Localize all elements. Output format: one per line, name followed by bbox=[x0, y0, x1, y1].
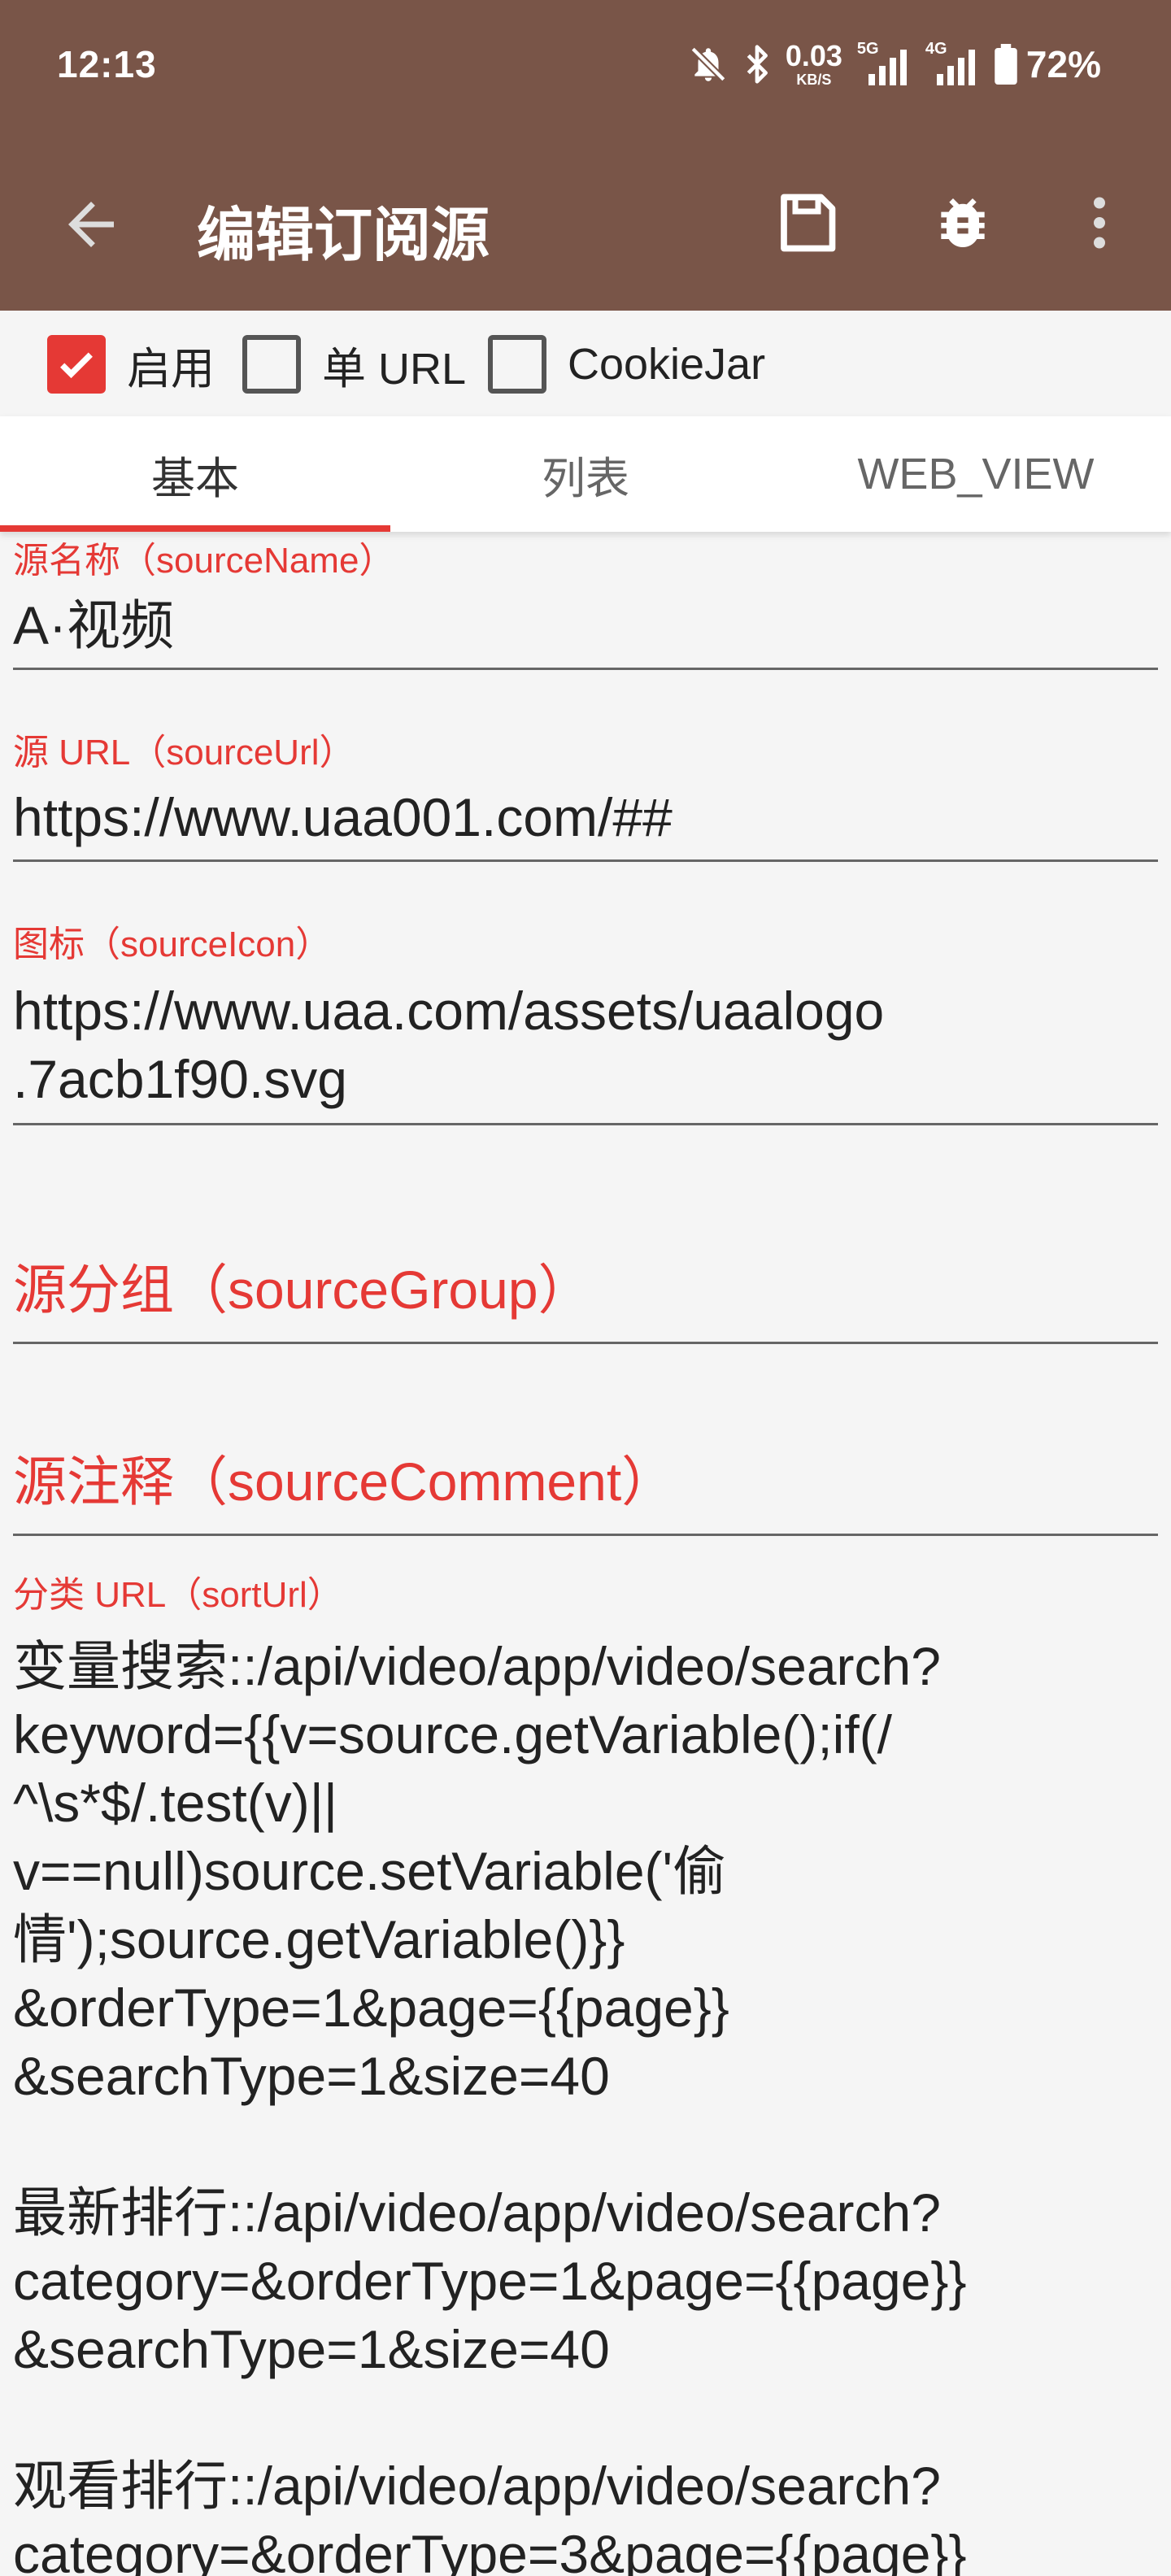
signal-icon-secondary: 4G bbox=[925, 40, 979, 85]
tab-basic[interactable]: 基本 bbox=[0, 416, 390, 532]
enabled-checkbox[interactable]: 启用 bbox=[47, 332, 215, 397]
source-icon-label: 图标（sourceIcon） bbox=[13, 925, 332, 964]
checkbox-unchecked[interactable] bbox=[242, 335, 301, 394]
source-group-input[interactable]: 源分组（sourceGroup） bbox=[13, 1255, 1158, 1324]
bluetooth-icon bbox=[747, 45, 768, 84]
source-icon-input[interactable]: https://www.uaa.com/assets/uaalogo .7acb… bbox=[13, 977, 1158, 1113]
save-icon bbox=[781, 194, 836, 252]
sort-url-field[interactable]: 分类 URL（sortUrl） 变量搜索::/api/video/app/vid… bbox=[13, 1574, 1158, 2576]
status-time: 12:13 bbox=[57, 43, 157, 85]
underline bbox=[13, 1122, 1158, 1125]
source-group-field[interactable]: 源分组（sourceGroup） bbox=[13, 1255, 1158, 1344]
source-url-input[interactable]: https://www.uaa001.com/## bbox=[13, 783, 1158, 851]
sort-url-input[interactable]: 变量搜索::/api/video/app/video/search? keywo… bbox=[13, 1632, 1158, 2576]
source-url-label: 源 URL（sourceUrl） bbox=[13, 733, 355, 772]
debug-button[interactable] bbox=[922, 182, 1003, 263]
edit-form: 源名称（sourceName） A·视频 源 URL（sourceUrl） ht… bbox=[0, 532, 1171, 2576]
underline bbox=[13, 859, 1158, 862]
source-url-field[interactable]: 源 URL（sourceUrl） https://www.uaa001.com/… bbox=[13, 732, 1158, 862]
source-name-field[interactable]: 源名称（sourceName） A·视频 bbox=[13, 540, 1158, 670]
signal-icon: 5G bbox=[857, 40, 911, 85]
status-bar: 12:13 0.03 KB/S 5G 4G 72% bbox=[0, 0, 1171, 130]
toolbar: 编辑订阅源 bbox=[0, 130, 1171, 311]
source-icon-field[interactable]: 图标（sourceIcon） https://www.uaa.com/asset… bbox=[13, 924, 1158, 1125]
debug-bug-icon bbox=[941, 198, 985, 248]
tab-bar: 基本 列表 WEB_VIEW bbox=[0, 416, 1171, 532]
source-comment-field[interactable]: 源注释（sourceComment） bbox=[13, 1447, 1158, 1536]
checkbox-checked[interactable] bbox=[47, 335, 106, 394]
tab-web-view[interactable]: WEB_VIEW bbox=[781, 416, 1171, 532]
source-name-label: 源名称（sourceName） bbox=[13, 541, 395, 581]
cookiejar-label: CookieJar bbox=[568, 340, 766, 389]
single-url-checkbox[interactable]: 单 URL bbox=[242, 332, 466, 397]
back-button[interactable] bbox=[57, 190, 125, 259]
more-vert-icon bbox=[1094, 197, 1105, 249]
checkbox-unchecked[interactable] bbox=[488, 335, 546, 394]
underline bbox=[13, 667, 1158, 670]
underline bbox=[13, 1342, 1158, 1344]
mute-icon bbox=[690, 46, 726, 82]
underline bbox=[13, 1534, 1158, 1536]
source-options: 启用 单 URL CookieJar bbox=[0, 311, 1171, 416]
sort-url-label: 分类 URL（sortUrl） bbox=[13, 1575, 343, 1615]
battery: 72% bbox=[994, 42, 1101, 86]
back-arrow-icon bbox=[68, 202, 114, 247]
save-button[interactable] bbox=[766, 182, 847, 263]
app-bar: 12:13 0.03 KB/S 5G 4G 72% 编辑订阅源 bbox=[0, 0, 1171, 311]
page-title: 编辑订阅源 bbox=[197, 203, 490, 268]
single-url-label: 单 URL bbox=[322, 344, 467, 394]
source-name-input[interactable]: A·视频 bbox=[13, 591, 1158, 659]
more-options-button[interactable] bbox=[1059, 182, 1140, 263]
check-icon bbox=[60, 352, 93, 379]
enabled-label: 启用 bbox=[127, 344, 215, 394]
tab-indicator bbox=[0, 525, 390, 532]
cookiejar-checkbox[interactable]: CookieJar bbox=[488, 332, 765, 397]
source-comment-input[interactable]: 源注释（sourceComment） bbox=[13, 1447, 1158, 1516]
battery-icon bbox=[995, 44, 1017, 85]
status-icons: 0.03 KB/S 5G 4G 72% bbox=[688, 39, 1101, 89]
tab-list[interactable]: 列表 bbox=[390, 416, 781, 532]
network-speed: 0.03 KB/S bbox=[785, 39, 842, 88]
